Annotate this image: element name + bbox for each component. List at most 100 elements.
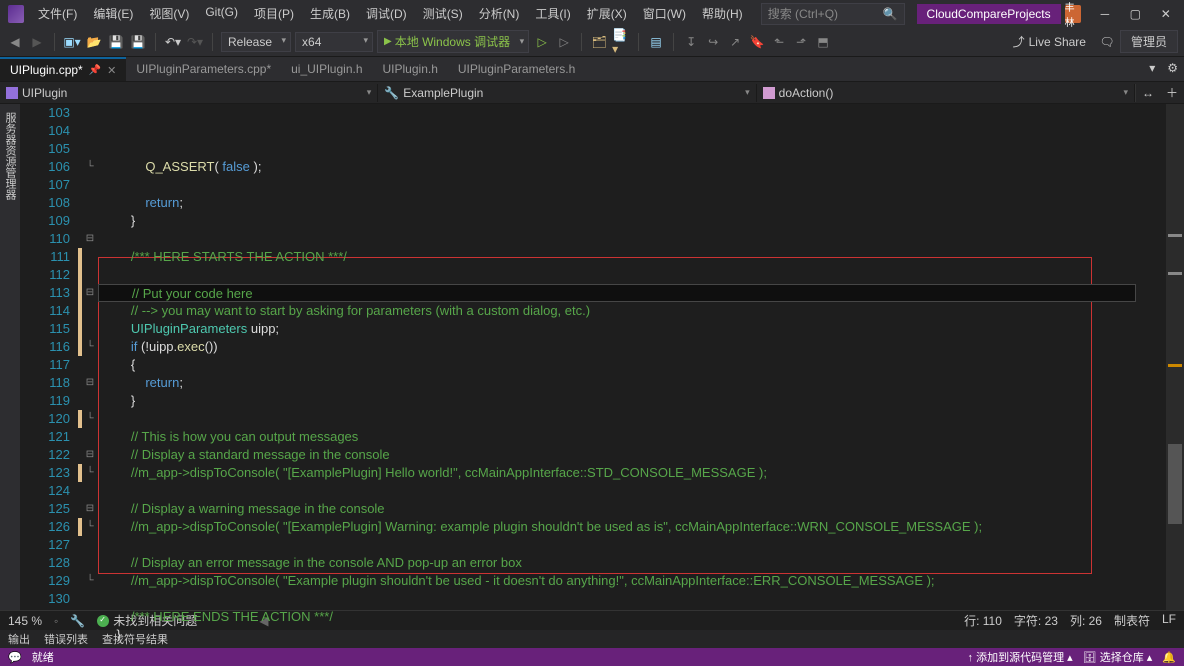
menu-item-9[interactable]: 工具(I) [527, 2, 578, 25]
fold-toggle[interactable]: ⊟ [82, 230, 98, 248]
redo-icon[interactable]: ↷▾ [186, 33, 204, 51]
fold-toggle[interactable]: └ [82, 338, 98, 356]
code-line[interactable] [98, 410, 1166, 428]
fold-toggle[interactable]: └ [82, 158, 98, 176]
vertical-scrollbar[interactable] [1166, 104, 1184, 610]
menu-item-8[interactable]: 分析(N) [471, 2, 528, 25]
menu-item-11[interactable]: 窗口(W) [635, 2, 694, 25]
code-line[interactable]: return; [98, 194, 1166, 212]
bookmark-icon[interactable]: 🔖 [748, 33, 766, 51]
code-line[interactable] [98, 482, 1166, 500]
server-explorer-tab[interactable]: 服务器资源管理器 [2, 112, 18, 602]
step-over-icon[interactable]: ↪ [704, 33, 722, 51]
code-line[interactable]: UIPluginParameters uipp; [98, 320, 1166, 338]
feedback-icon[interactable]: 🗨 [1098, 33, 1116, 51]
error-list-tab[interactable]: 错误列表 [44, 631, 88, 647]
scope-combo[interactable]: UIPlugin [0, 84, 378, 102]
undo-icon[interactable]: ↶▾ [164, 33, 182, 51]
code-line[interactable]: // --> you may want to start by asking f… [98, 302, 1166, 320]
method-combo[interactable]: doAction() [757, 84, 1135, 102]
bookmark-next-icon[interactable]: ⬏ [792, 33, 810, 51]
code-line[interactable] [98, 536, 1166, 554]
step-icon[interactable]: ↧ [682, 33, 700, 51]
start-debugging-button[interactable]: 本地 Windows 调试器 [377, 30, 529, 53]
debug-target-icon[interactable]: ▷ [555, 33, 573, 51]
feedback-statusbar-icon[interactable]: 💬 [8, 651, 22, 664]
menu-item-7[interactable]: 测试(S) [415, 2, 471, 25]
fold-toggle[interactable]: └ [82, 518, 98, 536]
code-line[interactable]: // This is how you can output messages [98, 428, 1166, 446]
tabs-settings-icon[interactable]: ⚙ [1161, 57, 1184, 81]
code-line[interactable]: Q_ASSERT( false ); [98, 158, 1166, 176]
comment-icon[interactable]: ▤ [647, 33, 665, 51]
live-share-button[interactable]: ⤴ Live Share [1005, 33, 1094, 50]
fold-margin[interactable]: └⊟⊟└⊟└⊟└⊟└└ [82, 104, 98, 610]
editor-tab-0[interactable]: UIPlugin.cpp*📌✕ [0, 57, 126, 81]
code-line[interactable] [98, 176, 1166, 194]
code-line[interactable]: } [98, 392, 1166, 410]
class-combo[interactable]: 🔧 ExamplePlugin [378, 84, 756, 102]
code-line[interactable]: } [98, 212, 1166, 230]
zoom-level[interactable]: 145 % [8, 614, 42, 628]
solution-name[interactable]: CloudCompareProjects [917, 4, 1061, 24]
code-line[interactable]: { [98, 356, 1166, 374]
editor-tab-1[interactable]: UIPluginParameters.cpp* [126, 57, 281, 81]
code-line[interactable] [98, 230, 1166, 248]
admin-button[interactable]: 管理员 [1120, 30, 1178, 53]
code-line[interactable]: // Display a warning message in the cons… [98, 500, 1166, 518]
fold-toggle[interactable]: └ [82, 464, 98, 482]
code-line[interactable]: } [98, 626, 1166, 644]
code-line[interactable]: // Put your code here [98, 284, 1136, 302]
menu-item-1[interactable]: 编辑(E) [85, 2, 141, 25]
refactor-icon[interactable]: 🔧 [70, 614, 85, 628]
split-view-icon[interactable]: ↔ [1135, 84, 1160, 102]
folder-view-icon[interactable]: 🗂 [590, 33, 608, 51]
menu-item-4[interactable]: 项目(P) [246, 2, 302, 25]
code-line[interactable]: return; [98, 374, 1166, 392]
solution-config-combo[interactable]: Release [221, 32, 291, 52]
save-icon[interactable]: 💾 [107, 33, 125, 51]
code-line[interactable] [98, 266, 1166, 284]
scroll-thumb[interactable] [1168, 444, 1182, 524]
code-line[interactable]: // Display an error message in the conso… [98, 554, 1166, 572]
user-avatar[interactable]: 丰林 [1065, 5, 1081, 23]
fold-toggle[interactable]: ⊟ [82, 446, 98, 464]
start-without-debug-icon[interactable]: ▷ [533, 33, 551, 51]
pin-icon[interactable]: 📌 [89, 65, 101, 76]
save-all-icon[interactable]: 💾 [129, 33, 147, 51]
code-line[interactable]: if (!uipp.exec()) [98, 338, 1166, 356]
add-view-icon[interactable]: ＋ [1160, 82, 1184, 103]
fold-toggle[interactable]: └ [82, 410, 98, 428]
output-tab[interactable]: 输出 [8, 631, 30, 647]
solution-platform-combo[interactable]: x64 [295, 32, 373, 52]
menu-item-3[interactable]: Git(G) [197, 2, 246, 25]
menu-item-5[interactable]: 生成(B) [302, 2, 358, 25]
fold-toggle[interactable]: ⊟ [82, 500, 98, 518]
misc-status-icon[interactable]: ◦ [54, 614, 58, 628]
tabs-dropdown-icon[interactable]: ▾ [1143, 57, 1161, 81]
code-editor[interactable]: Q_ASSERT( false ); return; } /*** HERE S… [98, 104, 1166, 610]
code-line[interactable]: /*** HERE ENDS THE ACTION ***/ [98, 608, 1166, 626]
code-line[interactable]: /*** HERE STARTS THE ACTION ***/ [98, 248, 1166, 266]
code-line[interactable] [98, 590, 1166, 608]
fold-toggle[interactable]: └ [82, 572, 98, 590]
bookmark-clear-icon[interactable]: ⬒ [814, 33, 832, 51]
global-search-box[interactable]: 搜索 (Ctrl+Q) 🔍 [761, 3, 905, 25]
editor-tab-4[interactable]: UIPluginParameters.h [448, 57, 585, 81]
close-tab-icon[interactable]: ✕ [107, 64, 116, 77]
code-line[interactable]: //m_app->dispToConsole( "[ExamplePlugin]… [98, 518, 1166, 536]
menu-item-2[interactable]: 视图(V) [141, 2, 197, 25]
editor-tab-2[interactable]: ui_UIPlugin.h [281, 57, 372, 81]
solution-explorer-icon[interactable]: 📑▾ [612, 33, 630, 51]
code-line[interactable]: // Display a standard message in the con… [98, 446, 1166, 464]
code-line[interactable] [98, 644, 1166, 662]
back-icon[interactable]: ◀ [6, 33, 24, 51]
window-minimize-button[interactable]: ─ [1091, 4, 1119, 24]
code-line[interactable]: //m_app->dispToConsole( "[ExamplePlugin]… [98, 464, 1166, 482]
new-project-icon[interactable]: ▣▾ [63, 33, 81, 51]
menu-item-12[interactable]: 帮助(H) [694, 2, 751, 25]
window-close-button[interactable]: ✕ [1152, 4, 1180, 24]
editor-tab-3[interactable]: UIPlugin.h [373, 57, 448, 81]
fold-toggle[interactable]: ⊟ [82, 374, 98, 392]
menu-item-6[interactable]: 调试(D) [358, 2, 415, 25]
